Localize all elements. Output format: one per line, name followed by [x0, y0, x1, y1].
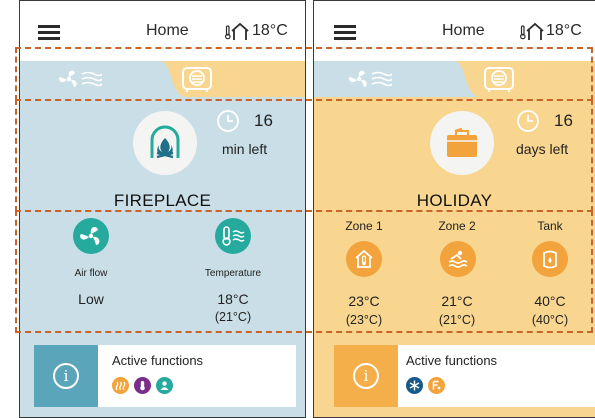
header: Home 18°C: [314, 1, 595, 61]
pool-icon: [448, 250, 468, 268]
mode-icon-circle[interactable]: [430, 111, 494, 175]
temperature-button[interactable]: [215, 218, 251, 254]
tab-bar: [20, 61, 305, 97]
tab-ventilation[interactable]: [340, 61, 400, 97]
zone-value: 40°C: [534, 293, 566, 309]
zone-sub-value: (23°C): [345, 313, 383, 327]
header-title: Home: [442, 22, 485, 39]
fan-icon: [349, 70, 392, 87]
header: Home 18°C: [20, 1, 305, 61]
tab-fireplace[interactable]: [172, 61, 222, 97]
zone-value: 23°C: [348, 293, 380, 309]
house-thermometer-icon: [519, 22, 544, 40]
house-thermometer-icon: [355, 249, 373, 268]
menu-icon[interactable]: [38, 25, 60, 40]
active-functions-label: Active functions: [112, 353, 204, 368]
heating-icon: [112, 377, 129, 394]
mode-name: HOLIDAY: [416, 191, 493, 210]
suitcase-icon: [447, 127, 477, 157]
active-functions-panel[interactable]: i Active functions: [334, 345, 595, 407]
zone-label: Tank: [537, 219, 563, 233]
water-tank-icon: [543, 250, 557, 269]
fireplace-tab-icon: [182, 67, 212, 92]
header-title: Home: [146, 22, 189, 39]
active-functions-panel[interactable]: i Active functions: [34, 345, 296, 407]
info-button[interactable]: i: [334, 345, 398, 407]
snowflake-icon: [406, 377, 423, 394]
detail-label: Temperature: [204, 268, 262, 279]
clock-icon: [217, 110, 239, 132]
mode-name: FIREPLACE: [113, 191, 212, 210]
tab-ventilation[interactable]: [50, 61, 110, 97]
holiday-tab-icon: [484, 67, 514, 92]
air-flow-button[interactable]: [73, 218, 109, 254]
fireplace-screen: Home 18°C 16 min left FIREPLACE Air flow…: [19, 0, 306, 418]
detail-value: Low: [78, 291, 104, 307]
mode-panel: 16 min left FIREPLACE: [20, 97, 305, 215]
fireplace-icon: [150, 125, 180, 159]
info-button[interactable]: i: [34, 345, 98, 407]
zone-label: Zone 1: [345, 219, 383, 233]
holiday-screen: Home 18°C 16 days left HOLIDAY Zone 1 23…: [313, 0, 595, 418]
zone-2-button[interactable]: [440, 241, 476, 277]
fan-icon: [59, 70, 102, 87]
active-functions-label: Active functions: [406, 353, 498, 368]
fan-icon: [80, 226, 100, 245]
thermometer-icon: [222, 226, 245, 246]
zone-sub-value: (21°C): [438, 313, 476, 327]
zone-value: 21°C: [441, 293, 473, 309]
clock-icon: [517, 110, 539, 132]
countdown-value: 16: [554, 111, 573, 130]
house-thermometer-icon: [224, 22, 249, 40]
header-temperature: 18°C: [546, 22, 582, 39]
detail-sub-value: (21°C): [214, 310, 252, 324]
mode-panel: 16 days left HOLIDAY: [314, 97, 595, 215]
zone-sub-value: (40°C): [531, 313, 569, 327]
header-temperature: 18°C: [252, 22, 288, 39]
tank-button[interactable]: [532, 241, 568, 277]
mode-icon-circle[interactable]: [133, 111, 197, 175]
user-icon: [156, 377, 173, 394]
info-icon: i: [353, 363, 379, 389]
detail-label: Air flow: [74, 268, 108, 279]
boost-icon: [428, 377, 445, 394]
countdown-value: 16: [254, 111, 273, 130]
detail-value: 18°C: [217, 291, 249, 307]
zone-label: Zone 2: [438, 219, 476, 233]
countdown-unit: days left: [516, 141, 569, 157]
zone-1-button[interactable]: [346, 241, 382, 277]
thermostat-icon: [134, 377, 151, 394]
tab-holiday[interactable]: [474, 61, 524, 97]
tab-bar: [314, 61, 595, 97]
menu-icon[interactable]: [334, 25, 356, 40]
info-icon: i: [53, 363, 79, 389]
countdown-unit: min left: [222, 141, 268, 157]
